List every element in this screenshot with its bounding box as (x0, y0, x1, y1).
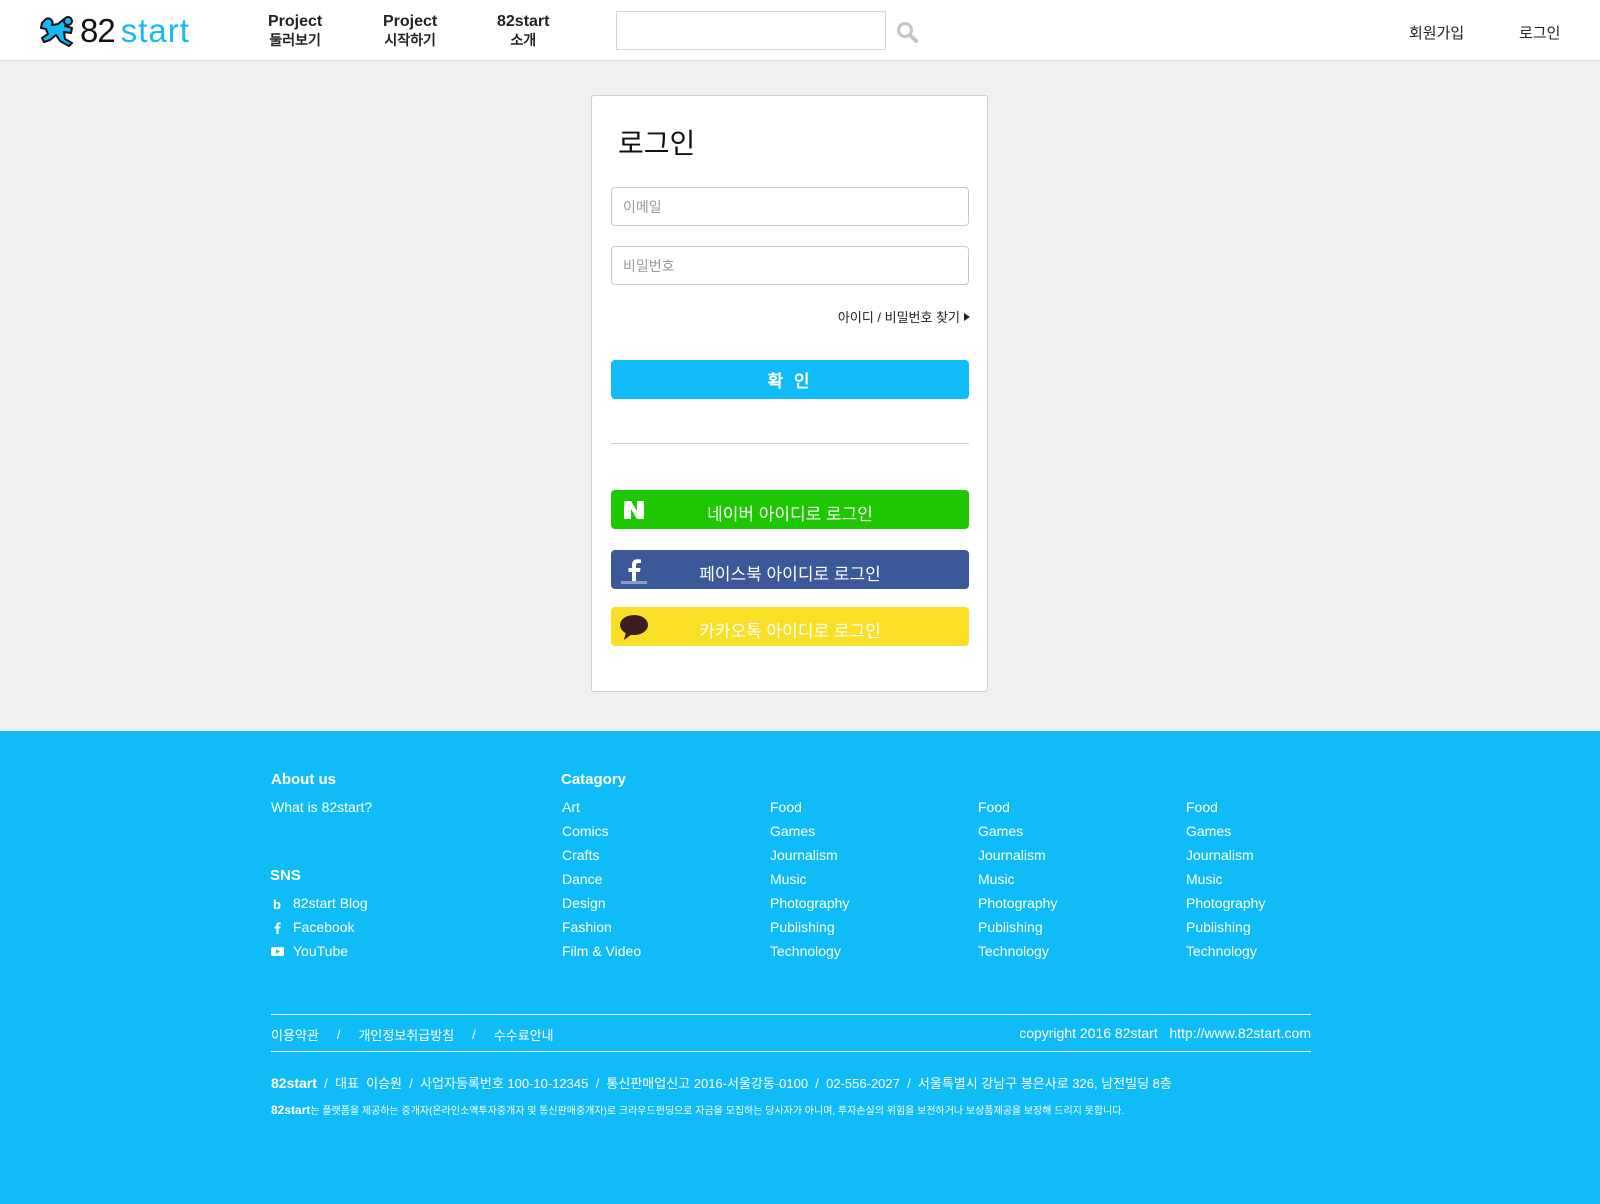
about-link[interactable]: What is 82start? (271, 799, 372, 815)
nav-label-line1: 82start (497, 13, 550, 30)
disclaimer-text: 는 플랫폼을 제공하는 중개자(온라인소액투자중개자 및 통신판매중개자)로 크… (310, 1106, 1125, 1117)
nav-label-line2: 소개 (510, 32, 537, 48)
sns-facebook-label: Facebook (293, 919, 355, 935)
login-link[interactable]: 로그인 (1519, 22, 1560, 43)
category-link[interactable]: Dance (562, 871, 602, 887)
category-link[interactable]: Film & Video (562, 943, 641, 959)
nav-label-line2: 시작하기 (384, 32, 436, 48)
company-name: 82start (271, 1075, 317, 1091)
facebook-login-label: 페이스북 아이디로 로그인 (699, 565, 881, 584)
category-link[interactable]: Food (1186, 799, 1218, 815)
policy-links: 이용약관 / 개인정보취급방침 / 수수료안내 (271, 1025, 554, 1044)
company-info: 82start / 대표 이승원 / 사업자등록번호 100-10-12345 … (271, 1073, 1172, 1092)
policy-separator: / (336, 1027, 341, 1042)
nav-browse-projects[interactable]: Project 둘러보기 (268, 12, 322, 49)
divider (611, 443, 969, 444)
sns-heading: SNS (270, 867, 301, 884)
category-link[interactable]: Publishing (1186, 919, 1251, 935)
naver-login-label: 네이버 아이디로 로그인 (707, 505, 873, 524)
runner-logo-icon (40, 16, 73, 47)
company-details: / 대표 이승원 / 사업자등록번호 100-10-12345 / 통신판매업신… (316, 1076, 1172, 1091)
find-account-link[interactable]: 아이디 / 비밀번호 찾기 (838, 307, 970, 326)
category-link[interactable]: Photography (978, 895, 1057, 911)
nav-label-line1: Project (268, 13, 323, 30)
footer-divider (271, 1014, 1311, 1015)
sns-youtube-label: YouTube (293, 943, 349, 959)
facebook-login-button[interactable]: 페이스북 아이디로 로그인 (611, 550, 969, 589)
category-link[interactable]: Music (1186, 871, 1223, 887)
signup-link[interactable]: 회원가입 (1409, 22, 1464, 43)
blog-icon: b (273, 897, 281, 910)
facebook-icon (274, 921, 281, 934)
category-link[interactable]: Photography (1186, 895, 1265, 911)
footer: About us What is 82start? SNS b 82start … (0, 731, 1600, 1204)
category-link[interactable]: Journalism (978, 847, 1046, 863)
nav-start-project[interactable]: Project 시작하기 (383, 12, 437, 49)
category-link[interactable]: Technology (770, 943, 841, 959)
search-input[interactable] (616, 11, 886, 50)
nav-about-82start[interactable]: 82start 소개 (497, 12, 549, 49)
top-header: 82 start Project 둘러보기 Project 시작하기 82sta… (0, 0, 1600, 61)
fee-guide-link[interactable]: 수수료안내 (494, 1025, 554, 1044)
sns-blog-label: 82start Blog (293, 895, 368, 911)
category-link[interactable]: Food (978, 799, 1010, 815)
login-card: 로그인 아이디 / 비밀번호 찾기 확 인 네이버 아이디로 로그인 페이스북 … (591, 95, 988, 692)
category-link[interactable]: Games (1186, 823, 1231, 839)
category-heading: Catagory (561, 771, 627, 788)
footer-divider (271, 1051, 1311, 1052)
category-link[interactable]: Journalism (770, 847, 838, 863)
find-account-label: 아이디 / 비밀번호 찾기 (837, 310, 960, 325)
category-link[interactable]: Publishing (978, 919, 1043, 935)
policy-separator: / (472, 1027, 476, 1042)
category-link[interactable]: Music (978, 871, 1015, 887)
svg-text:b: b (273, 897, 281, 910)
confirm-button[interactable]: 확 인 (611, 360, 969, 399)
copyright: copyright 2016 82start http://www.82star… (1019, 1025, 1311, 1041)
sns-facebook-link[interactable]: Facebook (271, 919, 354, 935)
category-link[interactable]: Photography (770, 895, 849, 911)
category-link[interactable]: Music (770, 871, 807, 887)
logo[interactable]: 82 start (38, 12, 190, 49)
kakao-login-label: 카카오톡 아이디로 로그인 (699, 622, 881, 641)
logo-number: 82 (80, 12, 116, 49)
category-link[interactable]: Comics (562, 823, 609, 839)
category-link[interactable]: Technology (978, 943, 1049, 959)
category-link[interactable]: Publishing (770, 919, 835, 935)
terms-link[interactable]: 이용약관 (271, 1025, 319, 1044)
naver-login-button[interactable]: 네이버 아이디로 로그인 (611, 490, 969, 529)
category-link[interactable]: Food (770, 799, 802, 815)
about-heading: About us (271, 771, 336, 788)
category-link[interactable]: Art (562, 799, 580, 815)
category-link[interactable]: Games (978, 823, 1023, 839)
nav-label-line2: 둘러보기 (269, 32, 321, 48)
search-icon[interactable] (895, 20, 919, 44)
password-field[interactable] (611, 246, 969, 285)
login-title: 로그인 (618, 128, 696, 159)
nav-label-line1: Project (383, 13, 438, 30)
category-link[interactable]: Crafts (562, 847, 599, 863)
disclaimer: 82start는 플랫폼을 제공하는 중개자(온라인소액투자중개자 및 통신판매… (271, 1102, 1124, 1117)
privacy-policy-link[interactable]: 개인정보취급방침 (358, 1025, 454, 1044)
arrow-right-icon (964, 312, 970, 321)
logo-word: start (120, 12, 190, 49)
kakao-login-button[interactable]: 카카오톡 아이디로 로그인 (611, 607, 969, 646)
disclaimer-company-name: 82start (271, 1103, 311, 1117)
category-link[interactable]: Design (562, 895, 606, 911)
category-link[interactable]: Technology (1186, 943, 1257, 959)
email-field[interactable] (611, 187, 969, 226)
category-link[interactable]: Games (770, 823, 815, 839)
sns-blog-link[interactable]: b 82start Blog (271, 895, 368, 911)
category-link[interactable]: Fashion (562, 919, 612, 935)
category-link[interactable]: Journalism (1186, 847, 1254, 863)
youtube-icon (271, 946, 284, 956)
sns-youtube-link[interactable]: YouTube (271, 943, 348, 959)
